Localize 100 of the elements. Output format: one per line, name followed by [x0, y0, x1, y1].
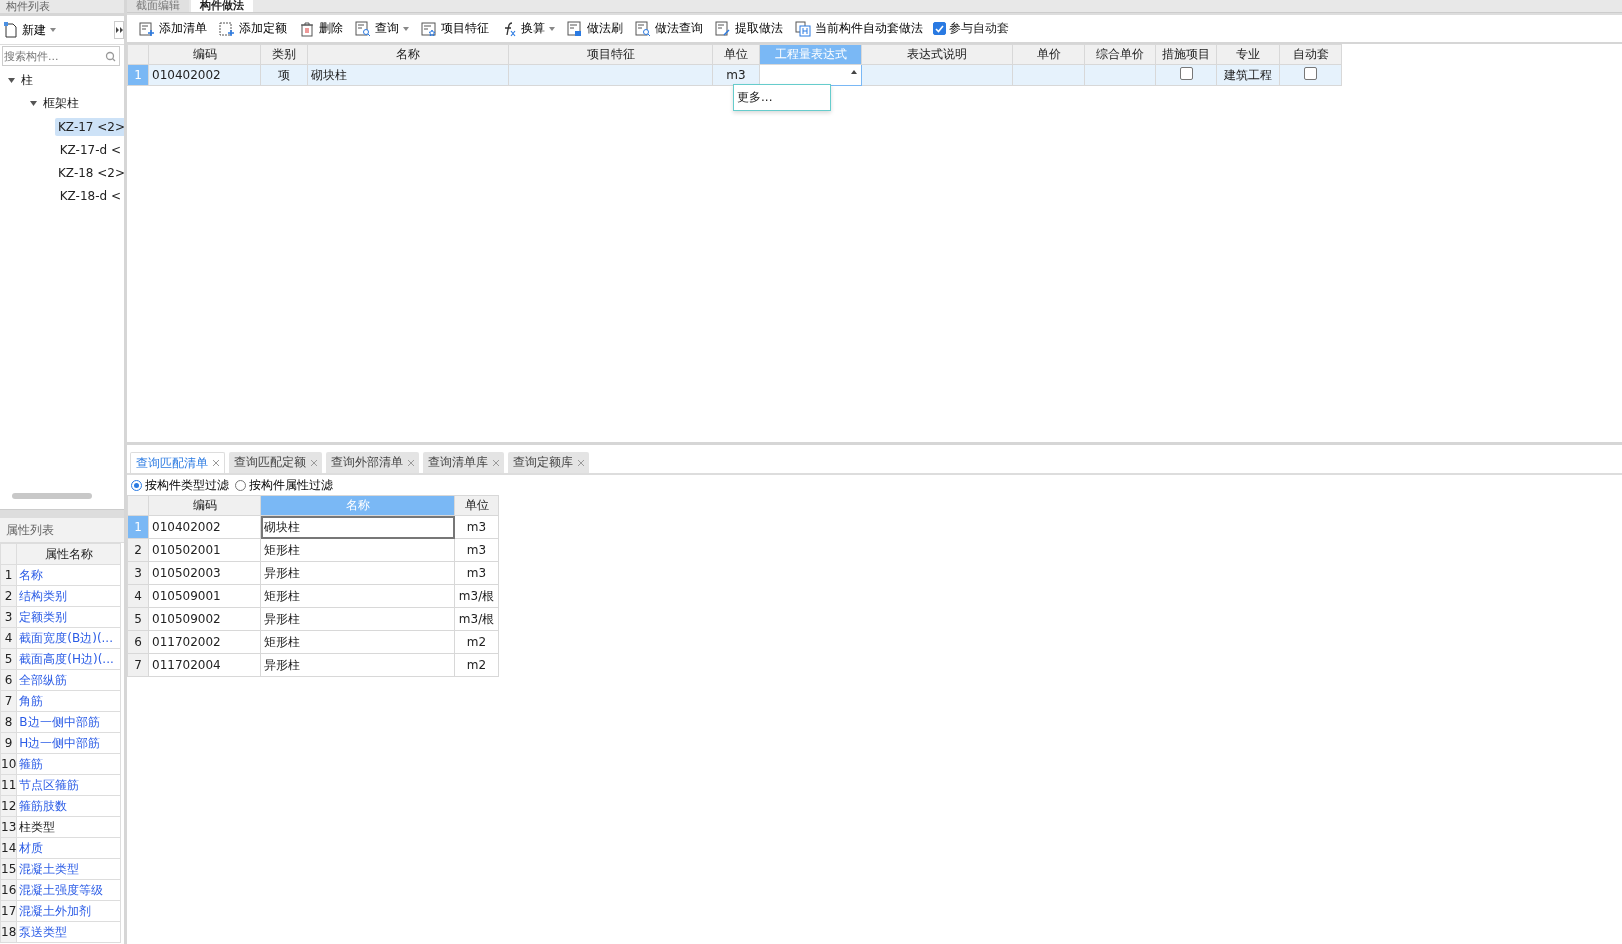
- row-number: 17: [0, 900, 17, 922]
- property-name: 箍筋肢数: [16, 795, 121, 817]
- table-cell: 010502001: [148, 538, 261, 562]
- table-cell: 010402002: [148, 515, 261, 539]
- table-cell: m3: [454, 538, 499, 562]
- table-cell: m2: [454, 630, 499, 654]
- tree-item[interactable]: KZ-18-d <: [56, 186, 124, 205]
- expanded-arrow-icon[interactable]: [30, 100, 37, 107]
- property-name: 材质: [16, 837, 121, 859]
- trash-icon: [299, 20, 315, 37]
- table-cell: 异形柱: [260, 607, 455, 631]
- property-name: H边一侧中部筋: [16, 732, 121, 754]
- checkbox[interactable]: [933, 22, 946, 35]
- row-number: 5: [0, 648, 17, 670]
- row-number: 18: [0, 921, 17, 943]
- tree-item[interactable]: KZ-18 <2>: [55, 163, 124, 182]
- search-icon: [105, 51, 116, 62]
- toolbar-button[interactable]: 当前构件自动套做法: [789, 16, 929, 41]
- column-header[interactable]: 编码: [148, 495, 261, 516]
- row-number: 8: [0, 711, 17, 733]
- checkbox[interactable]: [1304, 67, 1317, 80]
- property-name: 定额类别: [16, 606, 121, 628]
- row-number: 16: [0, 879, 17, 901]
- tab[interactable]: 查询清单库: [423, 452, 504, 473]
- collapse-button[interactable]: [114, 21, 124, 39]
- tree-item[interactable]: 柱: [18, 70, 36, 91]
- document-pen-icon: [715, 20, 731, 37]
- tree-item[interactable]: 框架柱: [40, 93, 82, 114]
- checkbox-label: 参与自动套: [949, 20, 1009, 37]
- property-name: 结构类别: [16, 585, 121, 607]
- header-cell: [0, 543, 17, 565]
- table-cell: m3/根: [454, 584, 499, 608]
- tab[interactable]: 查询匹配清单: [130, 452, 225, 473]
- column-header[interactable]: 专业: [1216, 44, 1280, 65]
- row-number: 3: [0, 606, 17, 628]
- table-cell: 010509002: [148, 607, 261, 631]
- table-cell: 异形柱: [260, 653, 455, 677]
- toolbar-button[interactable]: 提取做法: [709, 16, 789, 41]
- table-cell: 010502003: [148, 561, 261, 585]
- toolbar-button[interactable]: 删除: [293, 16, 349, 41]
- scrollbar[interactable]: [12, 493, 92, 499]
- toolbar-button[interactable]: 添加清单: [133, 16, 213, 41]
- row-number: 7: [0, 690, 17, 712]
- list-add-icon: [139, 20, 155, 37]
- tab[interactable]: 查询定额库: [508, 452, 589, 473]
- toolbar-button[interactable]: 项目特征: [415, 16, 495, 41]
- row-number: 12: [0, 795, 17, 817]
- column-header[interactable]: 类别: [260, 44, 308, 65]
- column-header[interactable]: 综合单价: [1084, 44, 1156, 65]
- toolbar-button[interactable]: 换算: [495, 16, 561, 41]
- column-header[interactable]: 单位: [454, 495, 499, 516]
- close-icon: [578, 459, 584, 466]
- tree-item[interactable]: KZ-17 <2>: [55, 117, 124, 136]
- search-field[interactable]: 搜索构件...: [2, 46, 120, 66]
- row-number: 6: [0, 669, 17, 691]
- column-header[interactable]: 措施项目: [1155, 44, 1217, 65]
- row-number[interactable]: 5: [127, 607, 149, 631]
- row-number: 4: [0, 627, 17, 649]
- row-number: 14: [0, 837, 17, 859]
- row-number[interactable]: 7: [127, 653, 149, 677]
- toolbar-button[interactable]: 做法刷: [561, 16, 629, 41]
- checkbox[interactable]: [1179, 67, 1193, 80]
- column-header[interactable]: 单位: [712, 44, 760, 65]
- tree-item[interactable]: KZ-17-d <: [56, 140, 124, 159]
- row-number: 13: [0, 816, 17, 838]
- toolbar-button[interactable]: 做法查询: [629, 16, 709, 41]
- expanded-arrow-icon[interactable]: [8, 77, 15, 84]
- tab[interactable]: 构件做法: [191, 0, 253, 12]
- new-button[interactable]: 新建: [0, 18, 60, 42]
- close-icon: [493, 459, 499, 466]
- column-header[interactable]: 项目特征: [508, 44, 713, 65]
- close-icon: [311, 459, 317, 466]
- row-number[interactable]: 6: [127, 630, 149, 654]
- column-header[interactable]: 名称: [307, 44, 509, 65]
- column-header[interactable]: 编码: [148, 44, 261, 65]
- table-cell: 矩形柱: [260, 584, 455, 608]
- column-header[interactable]: 表达式说明: [861, 44, 1013, 65]
- column-header[interactable]: 自动套: [1279, 44, 1342, 65]
- table-cell: 砌块柱: [260, 515, 455, 539]
- document-search-icon: [355, 20, 371, 37]
- row-number[interactable]: 2: [127, 538, 149, 562]
- radio-button[interactable]: 按构件类型过滤: [131, 476, 229, 494]
- property-name: 混凝土类型: [16, 858, 121, 880]
- tab[interactable]: 查询匹配定额: [229, 452, 322, 473]
- close-icon: [408, 459, 414, 466]
- caret-icon: [851, 70, 857, 74]
- tab[interactable]: 截面编辑: [127, 0, 189, 12]
- property-name: B边一侧中部筋: [16, 711, 121, 733]
- column-header[interactable]: 单价: [1012, 44, 1085, 65]
- radio-button[interactable]: 按构件属性过滤: [235, 476, 333, 494]
- row-number[interactable]: 3: [127, 561, 149, 585]
- tab[interactable]: 查询外部清单: [326, 452, 419, 473]
- menu-item[interactable]: 更多...: [734, 85, 830, 110]
- row-number[interactable]: 4: [127, 584, 149, 608]
- property-name: 混凝土外加剂: [16, 900, 121, 922]
- double-arrow-icon: [115, 26, 123, 33]
- table-cell: m3: [454, 561, 499, 585]
- table-cell: 011702002: [148, 630, 261, 654]
- toolbar-button[interactable]: 添加定额: [213, 16, 293, 41]
- toolbar-button[interactable]: 查询: [349, 16, 415, 41]
